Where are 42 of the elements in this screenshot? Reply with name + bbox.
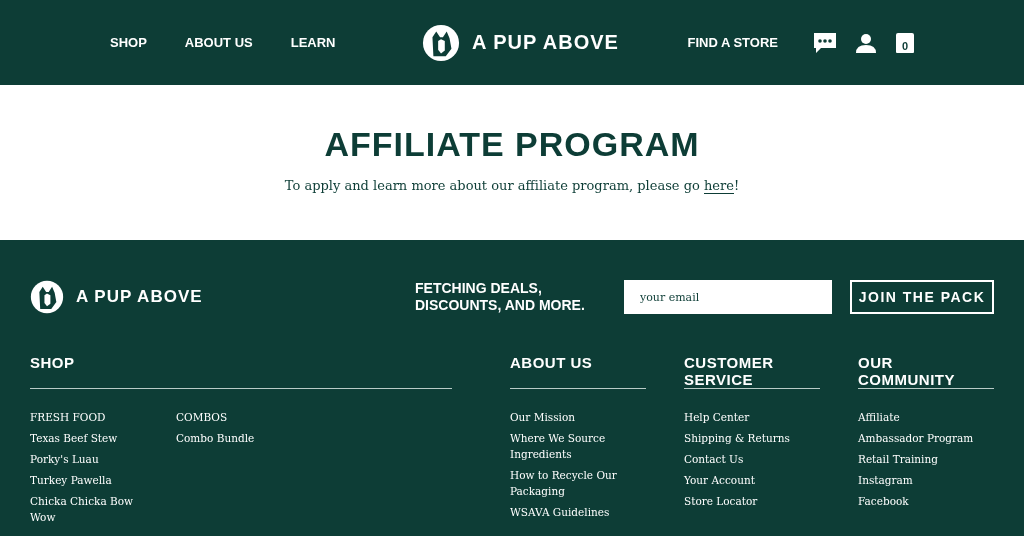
footer-link[interactable]: Affiliate (858, 409, 994, 425)
dog-logo-icon[interactable] (30, 280, 64, 314)
nav-link[interactable]: FIND A STORE (687, 35, 778, 50)
footer-link[interactable]: Shipping & Returns (684, 430, 820, 446)
cart-button[interactable]: 0 (896, 32, 914, 53)
footer-link[interactable]: Store Locator (684, 493, 820, 509)
footer-link[interactable]: Retail Training (858, 451, 994, 467)
footer-link[interactable]: WSAVA Guidelines (510, 504, 646, 520)
column-heading: SHOP (30, 354, 76, 373)
footer-link[interactable]: Combo Bundle (176, 430, 282, 446)
footer-link[interactable]: Facebook (858, 493, 994, 509)
footer-link[interactable]: Contact Us (684, 451, 820, 467)
footer-link[interactable]: Ambassador Program (858, 430, 994, 446)
here-link[interactable]: here (703, 178, 734, 194)
column-heading: OUR COMMUNITY (858, 354, 956, 388)
footer-link[interactable]: Where We Source Ingredients (510, 430, 646, 462)
footer-link[interactable]: Your Account (684, 472, 820, 488)
intro-text: To apply and learn more about our affiliate program, please go here! (284, 178, 740, 193)
footer-link[interactable]: FRESH FOOD (30, 409, 136, 425)
footer-link[interactable]: Porky's Luau (30, 451, 136, 467)
footer-link[interactable]: Texas Beef Stew (30, 430, 136, 446)
column-heading: CUSTOMER SERVICE (684, 354, 775, 388)
footer-link[interactable]: How to Recycle Our Packaging (510, 467, 646, 499)
chat-icon[interactable] (814, 32, 836, 53)
footer-link[interactable]: Our Mission (510, 409, 646, 425)
nav-link[interactable]: SHOP (110, 35, 147, 50)
nav-link[interactable]: ABOUT US (184, 35, 253, 50)
dog-logo-icon[interactable] (422, 23, 460, 62)
footer-link[interactable]: Turkey Pawella (30, 472, 136, 488)
brand-name[interactable]: A PUP ABOVE (472, 31, 619, 54)
email-field[interactable]: your email (624, 280, 832, 314)
join-button[interactable]: JOIN THE PACK (850, 280, 994, 314)
nav-link[interactable]: LEARN (290, 35, 336, 50)
column-heading: ABOUT US (510, 354, 594, 373)
footer-link[interactable]: Instagram (858, 472, 994, 488)
footer-link[interactable]: COMBOS (176, 409, 282, 425)
brand-name[interactable]: A PUP ABOVE (76, 287, 203, 307)
footer-link[interactable]: Chicka Chicka Bow Wow (30, 493, 136, 525)
page-title: AFFILIATE PROGRAM (324, 125, 700, 164)
footer-link[interactable]: Help Center (684, 409, 820, 425)
user-icon[interactable] (856, 32, 876, 53)
newsletter-title: FETCHING DEALS, DISCOUNTS, AND MORE. (415, 280, 586, 314)
